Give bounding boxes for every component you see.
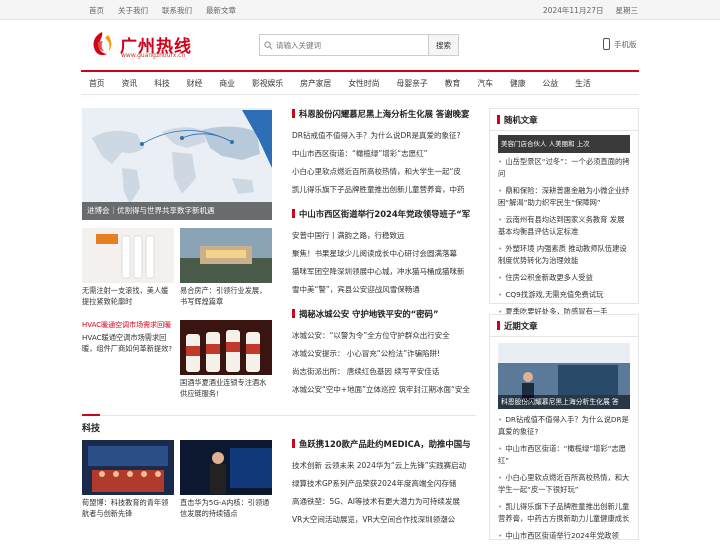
sidebar-article[interactable]: 外塑环境 内强素质 推动教师队伍建设制度优势转化为治理效能	[490, 240, 638, 269]
news-item[interactable]: 猫咪军团空降深圳领展中心城，冲水猫马桶成猫咪新	[292, 263, 476, 281]
section-title-tech[interactable]: 科技	[82, 421, 100, 434]
panel-title: 随机文章	[490, 109, 638, 131]
news-headline[interactable]: 鱼跃携120款产品赴约MEDICA，助推中国与	[292, 438, 476, 450]
news-item[interactable]: 聚焦！书果星球少儿阅读成长中心研讨会圆满落幕	[292, 245, 476, 263]
nav-item[interactable]: 影视娱乐	[252, 78, 283, 89]
top-link-latest[interactable]: 最新文章	[206, 5, 236, 16]
nav-item[interactable]: 科技	[154, 78, 170, 89]
phone-icon	[603, 38, 610, 50]
section-divider	[100, 415, 476, 416]
search-bar: 搜索	[259, 34, 459, 56]
current-weekday: 星期三	[615, 6, 639, 15]
news-item[interactable]: 中山市西区街道：“橄榄绿”增彩“志愿红”	[292, 145, 476, 163]
thumb-card[interactable]: 无需注射一支滚找，美人媛提拉紧致轮廓时	[82, 228, 174, 310]
sidebar-article[interactable]: CQ9找游戏,无需充值免费试玩	[490, 286, 638, 303]
broken-image-placeholder: HVAC暖通空调市场需求回暖	[82, 321, 172, 329]
stage-event-image	[82, 440, 174, 495]
news-headline[interactable]: 科恩股份闪耀慕尼黑上海分析生化展 答谢晚宴	[292, 108, 476, 120]
recent-image-caption: 科恩股份闪耀慕尼黑上海分析生化展 答	[498, 395, 630, 409]
news-item[interactable]: 冰城公安“空中+地面”立体巡控 筑牢封江期冰面“安全	[292, 381, 476, 399]
recent-articles-panel: 近期文章 科恩股份闪耀慕尼黑上海分析生化展 答 DR钻戒值不值得入手？为什么说D…	[489, 314, 639, 540]
search-button[interactable]: 搜索	[428, 35, 458, 55]
speaker-image	[180, 440, 272, 495]
nav-item[interactable]: 教育	[445, 78, 461, 89]
news-item[interactable]: 冰城公安提示： 小心冒充“公检法”诈骗陷阱!	[292, 345, 476, 363]
thumb-caption: 无需注射一支滚找，美人媛提拉紧致轮廓时	[82, 286, 169, 306]
recent-feature-image[interactable]: 科恩股份闪耀慕尼黑上海分析生化展 答	[498, 343, 630, 409]
nav-item[interactable]: 女性时尚	[348, 78, 379, 89]
news-item[interactable]: 冰城公安：“以警为令”全方位守护群众出行安全	[292, 327, 476, 345]
news-item[interactable]: 尚志街派出所： 唐续红色基因 续写平安佳话	[292, 363, 476, 381]
sidebar-article[interactable]: 小白心里软点燃近百所高校热情，和大学生一起“皮一下很好玩”	[490, 469, 638, 498]
thumb-caption: HVAC暖通空调市场需求回暖，组件厂商如何革新提效?	[82, 333, 173, 353]
sidebar-article[interactable]: 住房公积金新政更多人受益	[490, 269, 638, 286]
news-list-1: 科恩股份闪耀慕尼黑上海分析生化展 答谢晚宴 DR钻戒值不值得入手？为什么说DR是…	[292, 108, 476, 199]
thumb-card[interactable]: HVAC暖通空调市场需求回暖 HVAC暖通空调市场需求回暖，组件厂商如何革新提效…	[82, 320, 174, 372]
main-nav: 首页 资讯 科技 财经 商业 影视娱乐 房产家居 女性时尚 母婴亲子 教育 汽车…	[81, 70, 639, 95]
news-item[interactable]: 绿算技术GP系列产品荣获2024年度高端全闪存储	[292, 475, 476, 493]
date-info: 2024年11月27日 星期三	[543, 5, 638, 16]
sidebar-article[interactable]: DR钻戒值不值得入手？为什么说DR是真爱的象征?	[490, 411, 638, 440]
nav-item[interactable]: 首页	[89, 78, 105, 89]
news-item[interactable]: 高通铁堃：5G、AI等技术有更大潜力为可持续发展	[292, 493, 476, 511]
news-item[interactable]: 凯儿得乐旗下子品牌胜童推出创新儿童营养膏，中药	[292, 181, 476, 199]
nav-item[interactable]: 公益	[543, 78, 559, 89]
news-item[interactable]: DR钻戒值不值得入手？为什么说DR是真爱的象征?	[292, 127, 476, 145]
thumb-card[interactable]: 国酒华夏酒业连锁专注酒水供应链服务!	[180, 320, 272, 402]
thumb-caption: 荀盟博：科技教育的青年领航者与创新先锋	[82, 498, 169, 518]
panel-title: 近期文章	[490, 315, 638, 337]
mobile-label: 手机版	[614, 39, 637, 49]
news-list-4: 鱼跃携120款产品赴约MEDICA，助推中国与 技术创新 云领未来 2024华为…	[292, 438, 476, 529]
random-image-banner[interactable]: 美容门店合伙人 人美丽和 上次	[498, 135, 630, 153]
nav-item[interactable]: 房产家居	[300, 78, 331, 89]
logo-flame-icon	[93, 32, 112, 56]
logo-url: www.guangzhourx.cn	[121, 52, 186, 59]
search-icon	[260, 35, 276, 55]
sidebar-article[interactable]: 中山市西区街道举行2024年党政领	[490, 527, 638, 544]
top-links: 首页 关于我们 联系我们 最新文章	[89, 5, 236, 16]
hero-image[interactable]: 进博会｜优割得与世界共享数字新机遇	[82, 108, 272, 220]
thumb-caption: 易合房产：引领行业发展，书写辉煌篇章	[180, 286, 267, 306]
nav-item[interactable]: 商业	[219, 78, 235, 89]
real-estate-image	[180, 228, 272, 283]
thumb-caption: 直击华为5G-A内核：引领通信发展的持续锚点	[180, 498, 270, 518]
site-logo[interactable]: 广州热线 www.guangzhourx.cn	[88, 30, 198, 62]
nav-item[interactable]: 汽车	[477, 78, 493, 89]
news-item[interactable]: 小白心里软点燃近百所高校热情，和大学生一起“皮	[292, 163, 476, 181]
nav-item[interactable]: 财经	[187, 78, 203, 89]
thumb-card[interactable]: 直击华为5G-A内核：引领通信发展的持续锚点	[180, 440, 272, 530]
news-list-2: 中山市西区街道举行2024年党政领导班子“军 安普中国行丨满韵之路，行稳致远 聚…	[292, 208, 476, 299]
sidebar-article[interactable]: 鼎和保险：深耕普惠金融为小微企业纾困“解渴”助力织牢民生“保障网”	[490, 182, 638, 211]
news-item[interactable]: 技术创新 云领未来 2024华为“云上先锋”实践赛启动	[292, 457, 476, 475]
news-list-3: 揭秘冰城公安 守护地铁平安的“密码” 冰城公安：“以警为令”全方位守护群众出行安…	[292, 308, 476, 399]
hero-caption: 进博会｜优割得与世界共享数字新机遇	[82, 202, 272, 220]
top-bar: 首页 关于我们 联系我们 最新文章 2024年11月27日 星期三	[0, 0, 720, 20]
liquor-bottles-image	[180, 320, 272, 375]
news-headline[interactable]: 中山市西区街道举行2024年党政领导班子“军	[292, 208, 476, 220]
sidebar-article[interactable]: 云南州有县均达到国家义务教育 发展基本均衡县评估认定标准	[490, 211, 638, 240]
sidebar-article[interactable]: 中山市西区街道：“橄榄绿”增彩“志愿红”	[490, 440, 638, 469]
section-marker	[82, 414, 100, 416]
top-link-about[interactable]: 关于我们	[118, 5, 148, 16]
top-link-contact[interactable]: 联系我们	[162, 5, 192, 16]
top-link-home[interactable]: 首页	[89, 5, 104, 16]
search-input[interactable]	[276, 35, 428, 55]
news-item[interactable]: VR大空间活动展览，VR大空间合作找深圳领潮公	[292, 511, 476, 529]
thumb-card[interactable]: 荀盟博：科技教育的青年领航者与创新先锋	[82, 440, 174, 530]
sidebar-article[interactable]: 凯儿得乐旗下子品牌胜童推出创新儿童营养膏，中药古方携新助力儿童健康成长	[490, 498, 638, 527]
random-articles-panel: 随机文章 美容门店合伙人 人美丽和 上次 山岳型景区“过冬”：一个必须直面的拷问…	[489, 108, 639, 316]
mobile-version-link[interactable]: 手机版	[603, 38, 637, 50]
nav-item[interactable]: 生活	[575, 78, 591, 89]
news-item[interactable]: 安普中国行丨满韵之路，行稳致远	[292, 227, 476, 245]
news-item[interactable]: 雪中美“警”，宾县公安迎战风雪保畅通	[292, 281, 476, 299]
nav-item[interactable]: 健康	[510, 78, 526, 89]
current-date: 2024年11月27日	[542, 6, 604, 15]
news-headline[interactable]: 揭秘冰城公安 守护地铁平安的“密码”	[292, 308, 476, 320]
sidebar-article[interactable]: 山岳型景区“过冬”：一个必须直面的拷问	[490, 153, 638, 182]
nav-item[interactable]: 资讯	[122, 78, 138, 89]
thumb-caption: 国酒华夏酒业连锁专注酒水供应链服务!	[180, 378, 267, 398]
thumb-card[interactable]: 易合房产：引领行业发展，书写辉煌篇章	[180, 228, 272, 310]
skincare-product-image	[82, 228, 174, 283]
nav-item[interactable]: 母婴亲子	[397, 78, 428, 89]
